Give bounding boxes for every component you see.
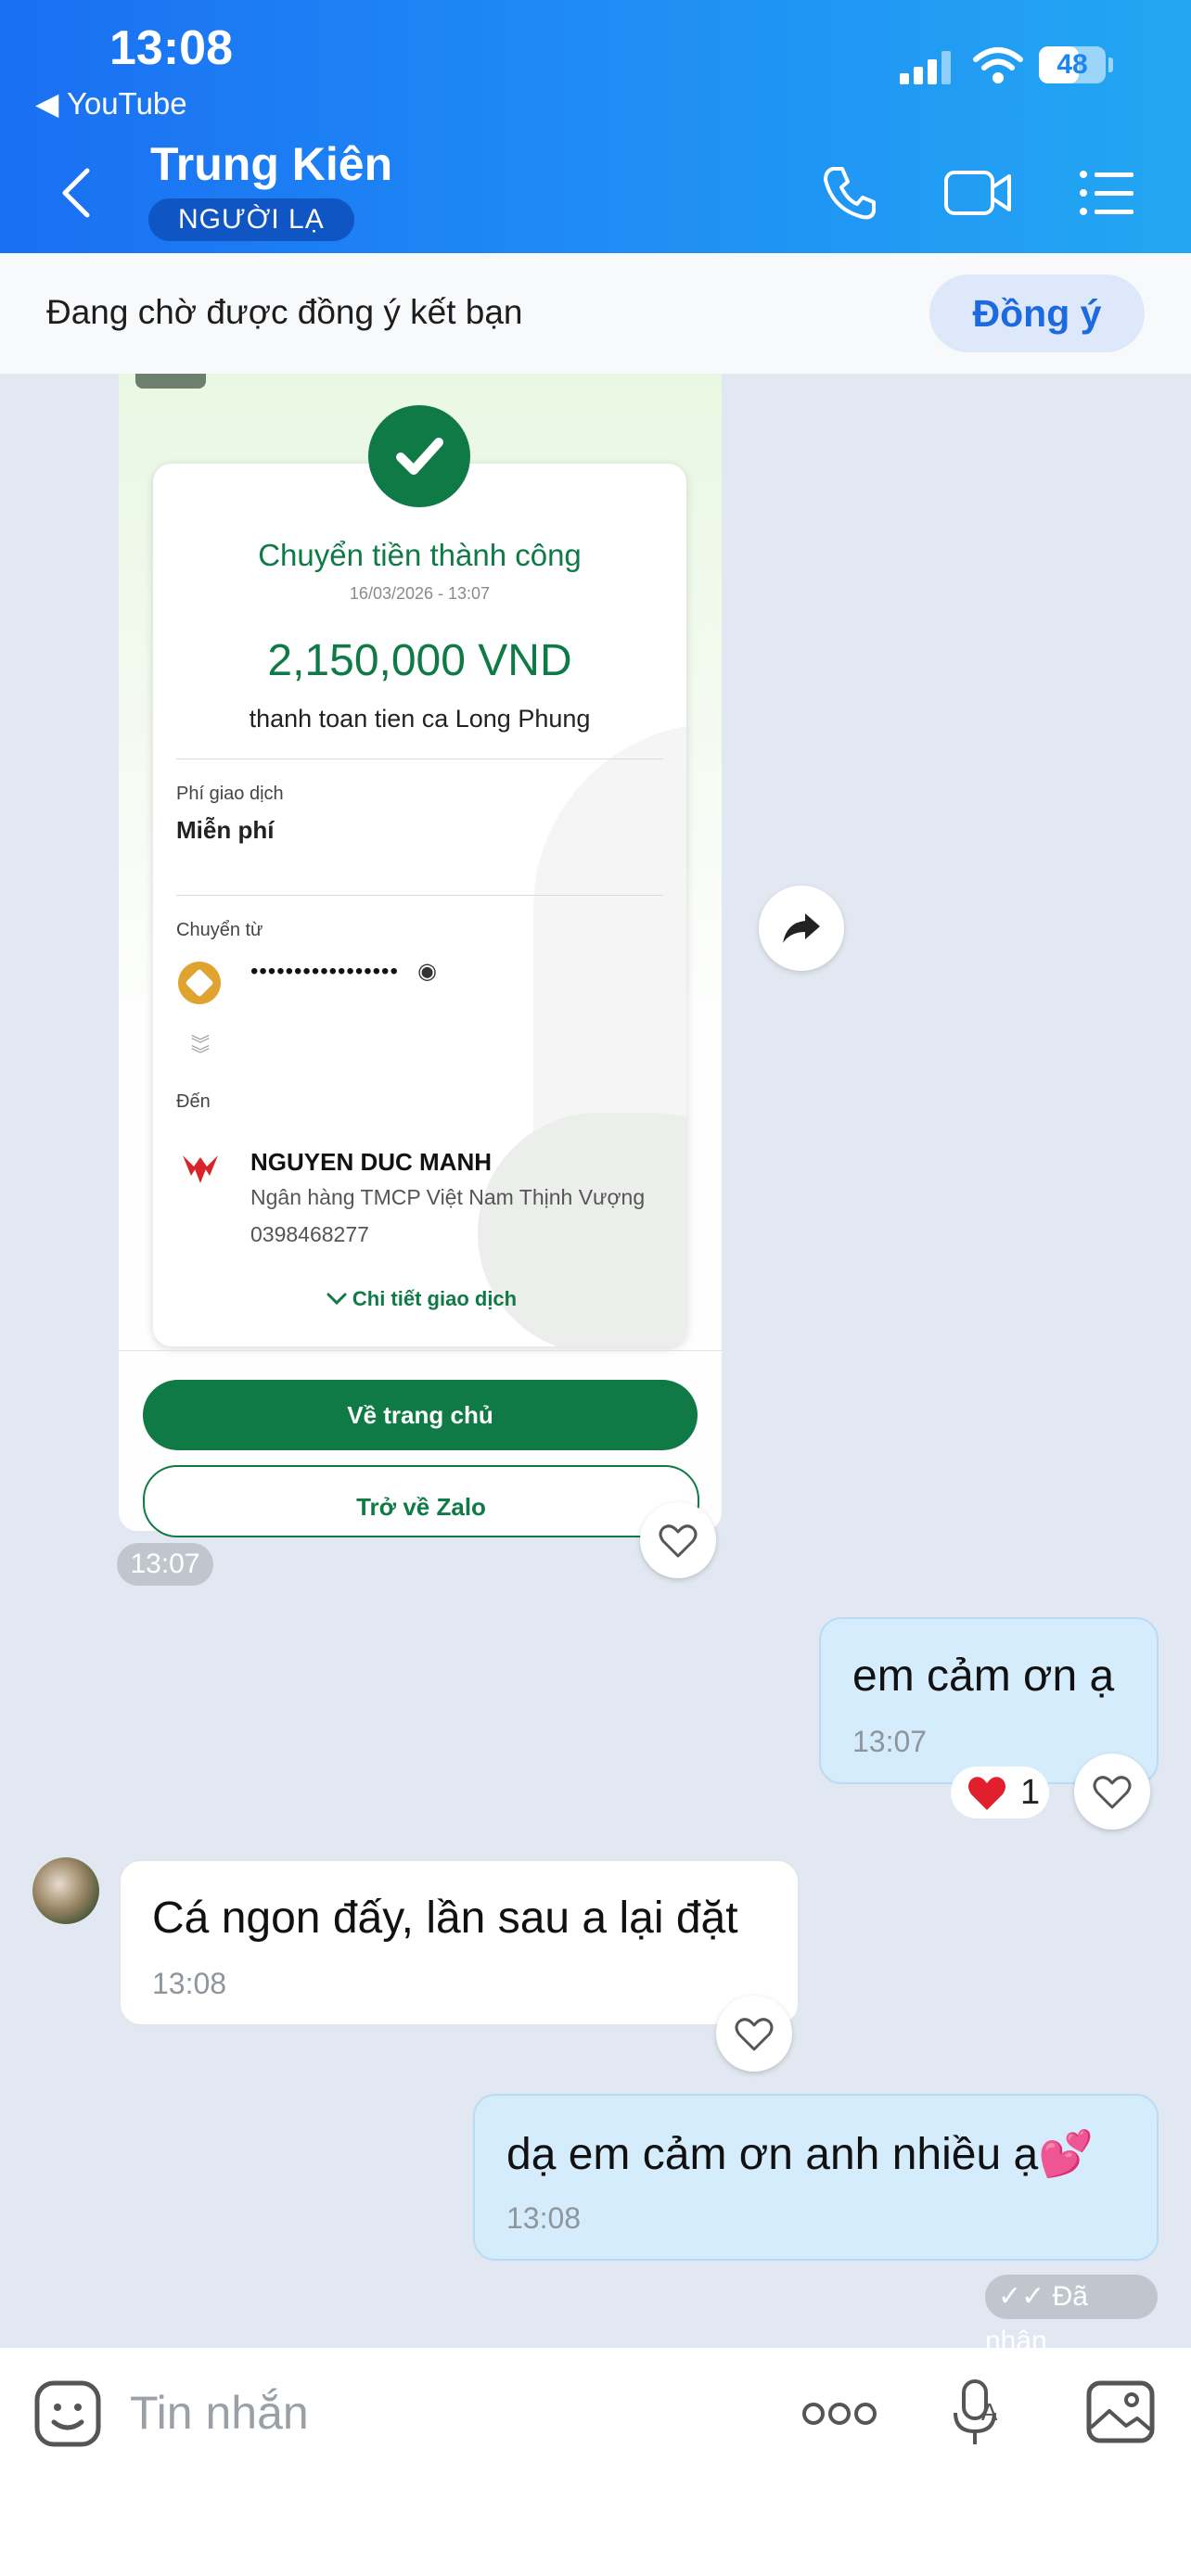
decor-shape	[478, 1113, 686, 1346]
eye-icon[interactable]: ◉	[417, 958, 437, 985]
message-time: 13:08	[506, 2201, 582, 2235]
fee-value: Miễn phí	[176, 816, 275, 844]
friend-request-text: Đang chờ được đồng ý kết bạn	[46, 293, 523, 331]
status-time: 13:08	[109, 21, 233, 75]
svg-text:A: A	[981, 2398, 998, 2426]
battery-level: 48	[1057, 49, 1088, 80]
receipt-datetime: 16/03/2026 - 13:07	[349, 584, 491, 603]
vpbank-logo-icon	[183, 1155, 218, 1183]
message-time: 13:08	[152, 1967, 227, 2000]
image-timestamp: 13:07	[117, 1543, 213, 1586]
message-input[interactable]: Tin nhắn	[130, 2386, 309, 2440]
sticker-emoji-icon[interactable]	[33, 2379, 102, 2448]
image-gallery-icon[interactable]	[1085, 2379, 1156, 2444]
react-heart-button[interactable]	[1074, 1753, 1150, 1830]
message-text: dạ em cảm ơn anh nhiều ạ💕	[506, 2130, 1094, 2179]
transaction-details-link[interactable]: Chi tiết giao dịch	[153, 1287, 686, 1311]
source-bank-logo	[178, 962, 221, 1004]
recipient-bank: Ngân hàng TMCP Việt Nam Thịnh Vượng	[250, 1185, 646, 1209]
heart-reaction-icon	[968, 1777, 1005, 1810]
phone-icon[interactable]	[820, 163, 879, 223]
video-call-icon[interactable]	[942, 163, 1015, 223]
message-text: Cá ngon đấy, lần sau a lại đặt	[152, 1894, 738, 1943]
receipt-amount: 2,150,000 VND	[267, 636, 572, 685]
menu-list-icon[interactable]	[1078, 163, 1137, 223]
back-to-app-link[interactable]: ◀ YouTube	[35, 85, 187, 121]
heart-outline-icon	[1093, 1776, 1132, 1809]
heart-outline-icon	[659, 1524, 698, 1558]
recipient-name: NGUYEN DUC MANH	[250, 1148, 492, 1176]
message-bubble-incoming[interactable]: Cá ngon đấy, lần sau a lại đặt 13:08	[119, 1859, 800, 2026]
back-to-zalo-button: Trở về Zalo	[143, 1465, 699, 1537]
message-bubble-outgoing[interactable]: dạ em cảm ơn anh nhiều ạ💕 13:08	[473, 2094, 1159, 2261]
from-label: Chuyển từ	[176, 920, 263, 940]
stranger-badge: NGƯỜI LẠ	[148, 198, 354, 241]
back-arrow-icon[interactable]	[56, 165, 96, 221]
contact-avatar[interactable]	[32, 1857, 99, 1924]
receipt-card: Chuyển tiền thành công 16/03/2026 - 13:0…	[153, 464, 686, 1346]
battery-tip	[1108, 57, 1113, 72]
message-time: 13:07	[852, 1725, 928, 1758]
to-label: Đến	[176, 1091, 211, 1112]
chevrons-down-icon: ︾ ︾	[191, 1035, 210, 1065]
signal-icon	[900, 51, 952, 84]
message-text: em cảm ơn ạ	[852, 1651, 1115, 1701]
home-button: Về trang chủ	[143, 1380, 698, 1450]
image-tag	[135, 374, 206, 389]
more-options-icon[interactable]	[801, 2400, 877, 2428]
receipt-description: thanh toan tien ca Long Phung	[249, 705, 591, 733]
delivery-status: ✓✓ Đã nhận	[985, 2275, 1158, 2356]
forward-arrow-icon	[783, 913, 820, 943]
wifi-icon	[973, 47, 1023, 83]
accept-friend-button[interactable]: Đồng ý	[929, 274, 1145, 352]
contact-name[interactable]: Trung Kiên	[150, 137, 392, 191]
message-input-bar	[0, 2348, 1191, 2576]
heart-outline-icon	[735, 2018, 774, 2051]
reaction-count: 1	[1020, 1773, 1041, 1812]
divider	[176, 895, 663, 896]
voice-to-text-icon[interactable]: A	[948, 2376, 1004, 2450]
fee-label: Phí giao dịch	[176, 784, 284, 804]
battery-icon: 48	[1039, 46, 1106, 83]
share-button[interactable]	[759, 886, 844, 971]
react-heart-button[interactable]	[640, 1502, 716, 1578]
source-account-masked: •••••••••••••••••	[250, 959, 399, 984]
react-heart-button[interactable]	[716, 1996, 792, 2072]
receipt-title: Chuyển tiền thành công	[258, 538, 582, 572]
recipient-phone: 0398468277	[250, 1222, 369, 1246]
success-check-icon	[368, 405, 470, 507]
divider	[119, 1350, 722, 1351]
